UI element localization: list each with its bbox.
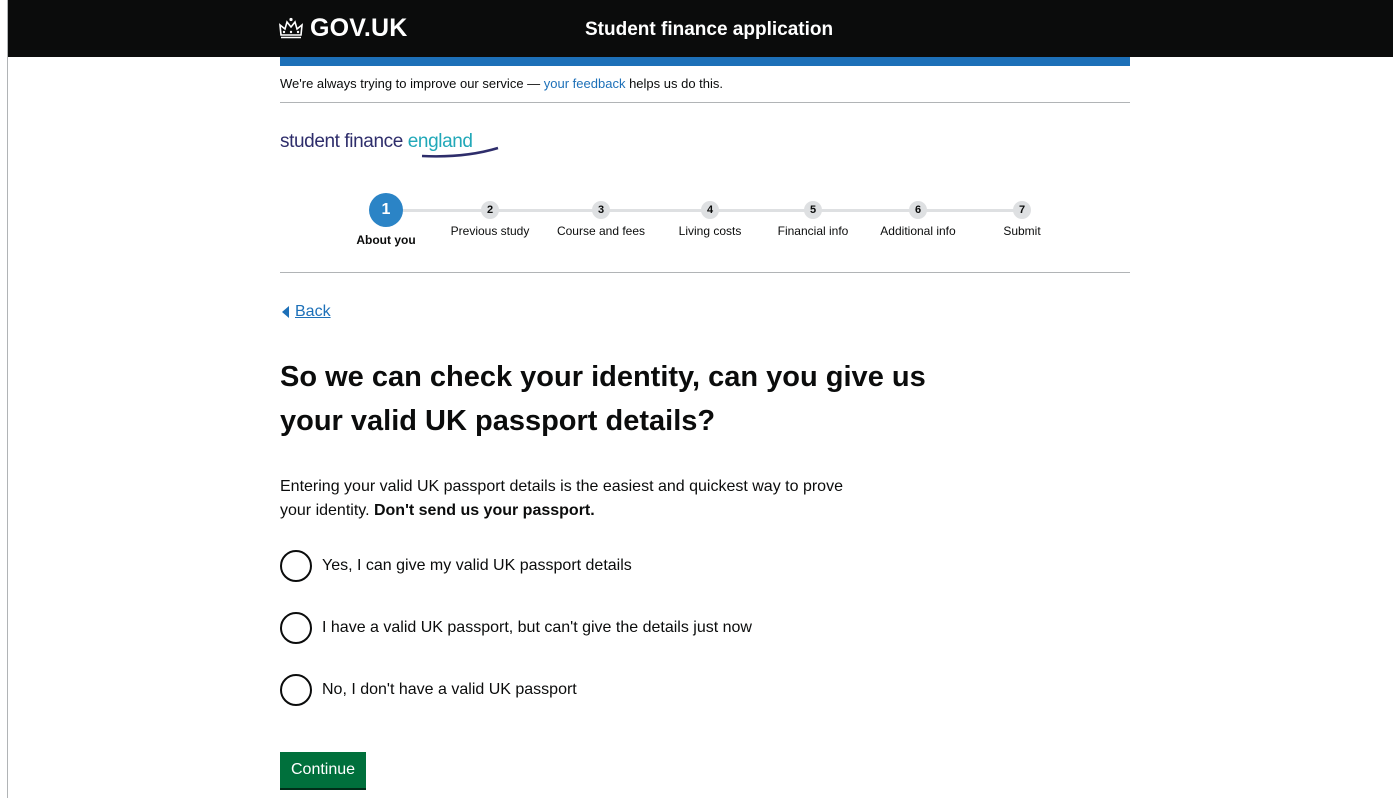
header-blue-bar <box>280 57 1130 66</box>
step-number: 6 <box>909 201 927 219</box>
triangle-left-icon <box>282 306 289 318</box>
step-label: Living costs <box>678 224 742 238</box>
feedback-text-after: helps us do this. <box>625 76 724 91</box>
step-number: 2 <box>481 201 499 219</box>
step-3: 3 Course and fees <box>541 190 661 238</box>
govuk-logo-link[interactable]: GOV.UK <box>278 12 408 44</box>
radio-label[interactable]: I have a valid UK passport, but can't gi… <box>322 619 752 637</box>
step-number: 1 <box>369 193 403 227</box>
student-finance-england-logo: student finance england <box>280 131 499 158</box>
govuk-header: GOV.UK Student finance application <box>8 0 1393 57</box>
radio-option-yes[interactable]: Yes, I can give my valid UK passport det… <box>280 550 632 582</box>
step-number: 7 <box>1013 201 1031 219</box>
feedback-banner: We're always trying to improve our servi… <box>280 66 1130 103</box>
lead-bold-text: Don't send us your passport. <box>373 502 595 519</box>
brand-swoosh-icon <box>421 146 499 158</box>
step-2: 2 Previous study <box>430 190 550 238</box>
step-label: Course and fees <box>556 224 646 238</box>
brand-part1: student finance <box>280 131 408 152</box>
back-link[interactable]: Back <box>282 303 331 321</box>
page-title: So we can check your identity, can you g… <box>280 361 926 437</box>
radio-label[interactable]: Yes, I can give my valid UK passport det… <box>322 557 632 575</box>
progress-stepper: 1 About you 2 Previous study 3 Course an… <box>280 190 1130 273</box>
radio-circle[interactable] <box>280 612 312 644</box>
step-5: 5 Financial info <box>753 190 873 238</box>
continue-button[interactable]: Continue <box>280 752 367 788</box>
crown-icon <box>278 17 304 39</box>
step-7: 7 Submit <box>962 190 1082 238</box>
step-number: 5 <box>804 201 822 219</box>
step-4: 4 Living costs <box>650 190 770 238</box>
step-label: Submit <box>1003 224 1041 238</box>
feedback-text-before: We're always trying to improve our servi… <box>280 76 544 91</box>
govuk-logo-text: GOV.UK <box>310 13 408 42</box>
step-label: Additional info <box>880 224 956 238</box>
radio-option-cant-give-now[interactable]: I have a valid UK passport, but can't gi… <box>280 612 752 644</box>
radio-option-no[interactable]: No, I don't have a valid UK passport <box>280 674 577 706</box>
step-number: 3 <box>592 201 610 219</box>
lead-paragraph: Entering your valid UK passport details … <box>280 475 870 523</box>
page-left-border <box>7 0 8 798</box>
radio-circle[interactable] <box>280 550 312 582</box>
step-1: 1 About you <box>326 190 446 247</box>
feedback-link[interactable]: your feedback <box>544 76 626 91</box>
step-label: About you <box>356 233 416 247</box>
service-name[interactable]: Student finance application <box>585 19 833 41</box>
step-6: 6 Additional info <box>858 190 978 238</box>
back-link-label: Back <box>295 303 331 320</box>
radio-circle[interactable] <box>280 674 312 706</box>
step-number: 4 <box>701 201 719 219</box>
step-label: Financial info <box>777 224 849 238</box>
radio-label[interactable]: No, I don't have a valid UK passport <box>322 681 577 699</box>
step-label: Previous study <box>450 224 530 238</box>
